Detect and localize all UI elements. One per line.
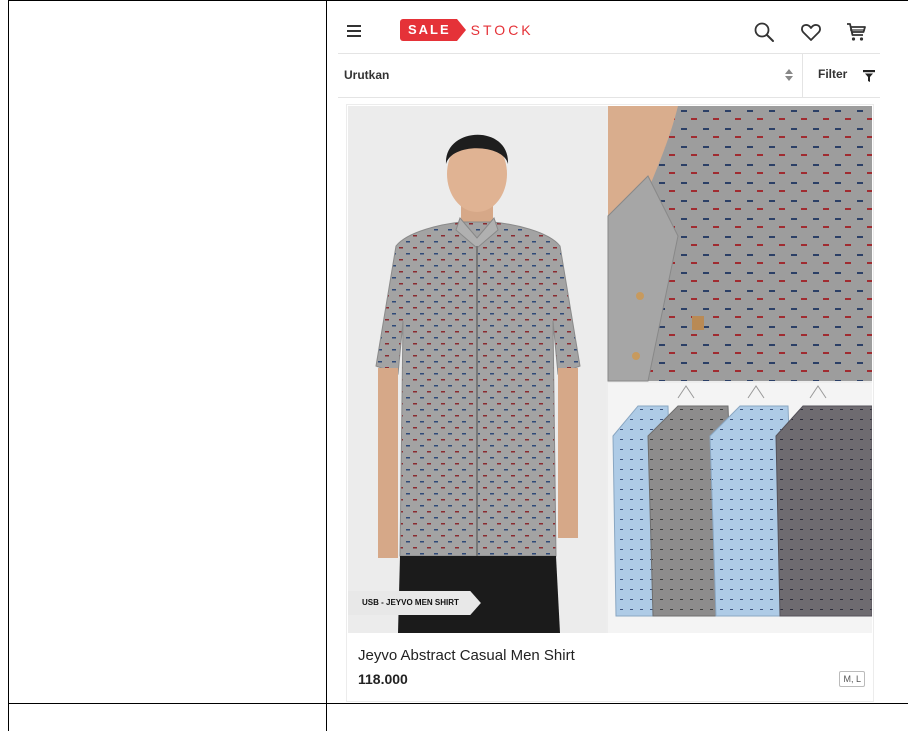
size-badge: M, L [839,671,865,687]
product-card[interactable]: USB - JEYVO MEN SHIRT Jeyvo Abstract Cas… [346,104,874,702]
sort-button-label[interactable]: Urutkan [344,68,389,82]
mobile-app-view: SALE STOCK Urutkan Filter USB - JEYVO ME… [338,8,880,703]
search-icon[interactable] [752,20,776,44]
product-price: 118.000 [358,671,408,687]
sort-arrows-icon[interactable] [784,68,794,82]
product-image[interactable]: USB - JEYVO MEN SHIRT [348,106,872,633]
document-frame-bottom [8,703,908,704]
salestock-logo[interactable]: SALE STOCK [400,19,534,41]
logo-stock-text: STOCK [470,22,534,38]
sort-filter-bar: Urutkan Filter [338,54,880,98]
document-frame-top [8,0,908,1]
filter-button-label[interactable]: Filter [818,67,847,81]
product-photo-collage [348,106,872,633]
top-navigation-bar: SALE STOCK [338,8,880,54]
document-frame-divider [326,0,327,731]
logo-sale-text: SALE [400,19,466,41]
cart-icon[interactable] [844,20,868,44]
document-frame-left [8,0,9,731]
product-name[interactable]: Jeyvo Abstract Casual Men Shirt [358,647,575,664]
toolbar-divider [802,54,803,97]
hamburger-icon[interactable] [344,20,366,42]
filter-icon[interactable] [863,69,875,83]
heart-icon[interactable] [799,20,823,44]
brand-ribbon: USB - JEYVO MEN SHIRT [348,591,481,615]
